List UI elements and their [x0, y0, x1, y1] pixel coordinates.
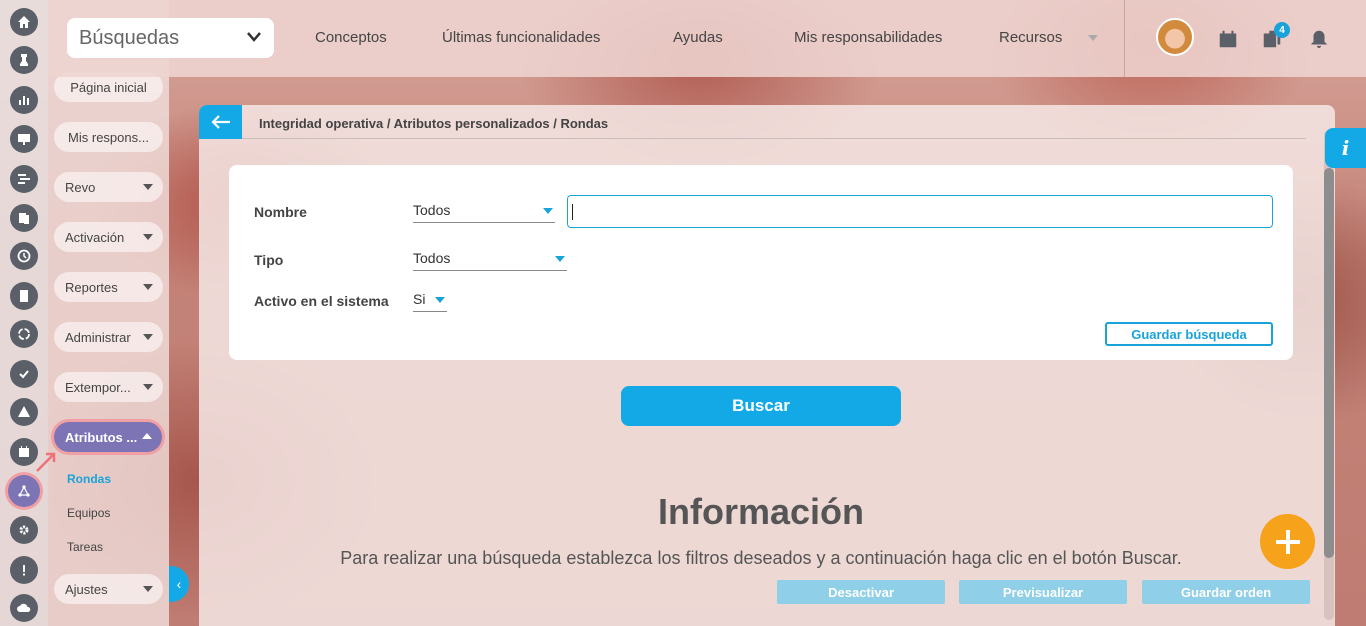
active-label: Activo en el sistema [254, 293, 389, 309]
list-icon[interactable] [10, 282, 38, 310]
submenu-item-equipment[interactable]: Equipos [67, 506, 110, 520]
gear-icon[interactable] [10, 516, 38, 544]
nav-concepts[interactable]: Conceptos [315, 29, 387, 46]
breadcrumb: Integridad operativa / Atributos persona… [259, 116, 609, 131]
chevron-down-icon [143, 384, 153, 390]
calendar-icon[interactable] [1217, 28, 1239, 50]
main-panel: Integridad operativa / Atributos persona… [199, 105, 1335, 626]
chevron-down-icon [247, 32, 261, 42]
info-text: Para realizar una búsqueda establezca lo… [340, 548, 1182, 568]
add-button[interactable] [1260, 514, 1315, 569]
text-cursor [572, 204, 573, 220]
search-select[interactable]: Búsquedas [67, 18, 274, 58]
chevron-down-icon [555, 256, 565, 262]
clock-icon[interactable] [10, 242, 38, 270]
save-search-button[interactable]: Guardar búsqueda [1105, 322, 1273, 346]
chevron-down-icon [543, 208, 553, 214]
info-title: Información [657, 491, 864, 532]
chevron-down-icon [143, 234, 153, 240]
chevron-down-icon [143, 334, 153, 340]
warning-icon[interactable] [10, 398, 38, 426]
chevron-down-icon [143, 284, 153, 290]
chess-icon[interactable] [10, 46, 38, 74]
preview-button[interactable]: Previsualizar [959, 580, 1127, 604]
pointer-arrow-icon [36, 452, 56, 472]
bell-icon[interactable] [1308, 28, 1330, 50]
divider [1124, 0, 1125, 77]
nav-help[interactable]: Ayudas [673, 29, 723, 46]
icon-rail [0, 0, 48, 626]
plus-icon [1275, 529, 1300, 554]
avatar[interactable] [1156, 18, 1194, 56]
menu-item-settings[interactable]: Ajustes [54, 574, 163, 604]
type-select[interactable]: Todos [413, 249, 567, 271]
menu-item-admin[interactable]: Administrar [54, 322, 163, 352]
check-icon[interactable] [10, 360, 38, 388]
chevron-down-icon [435, 297, 445, 303]
nav-responsibilities[interactable]: Mis responsabilidades [794, 29, 942, 46]
cloud-icon[interactable] [10, 594, 38, 622]
alert-icon[interactable] [10, 556, 38, 584]
home-icon[interactable] [10, 8, 38, 36]
network-icon[interactable] [8, 475, 40, 507]
secondary-menu: Página inicial Mis respons... Revo Activ… [48, 0, 169, 626]
chevron-left-icon: ‹ [176, 576, 182, 592]
menu-item-revo[interactable]: Revo [54, 172, 163, 202]
menu-item-extemporaneous[interactable]: Extempor... [54, 372, 163, 402]
search-button[interactable]: Buscar [621, 386, 901, 426]
menu-item-responsibilities[interactable]: Mis respons... [54, 122, 163, 152]
scrollbar-thumb[interactable] [1324, 168, 1334, 558]
arrow-left-icon [210, 115, 230, 129]
notification-badge: 4 [1274, 22, 1290, 38]
name-label: Nombre [254, 204, 307, 220]
cycle-icon[interactable] [10, 320, 38, 348]
type-label: Tipo [254, 252, 284, 268]
documents-icon[interactable] [10, 204, 38, 232]
name-filter-select[interactable]: Todos [413, 201, 555, 223]
nav-latest-features[interactable]: Últimas funcionalidades [442, 29, 600, 46]
gantt-icon[interactable] [10, 165, 38, 193]
chevron-up-icon [142, 433, 152, 439]
active-select[interactable]: Si [413, 290, 447, 312]
bar-chart-icon[interactable] [10, 86, 38, 114]
deactivate-button[interactable]: Desactivar [777, 580, 945, 604]
info-tab-button[interactable]: i [1325, 128, 1366, 168]
top-bar: Búsquedas Conceptos Últimas funcionalida… [48, 0, 1366, 77]
chevron-down-icon[interactable] [1088, 35, 1098, 41]
save-order-button[interactable]: Guardar orden [1142, 580, 1310, 604]
presentation-icon[interactable] [10, 125, 38, 153]
filter-card: Nombre Todos Tipo Todos Activo en el sis… [229, 165, 1293, 360]
chevron-down-icon [143, 184, 153, 190]
chevron-down-icon [143, 586, 153, 592]
nav-resources[interactable]: Recursos [999, 29, 1062, 46]
submenu-item-rounds[interactable]: Rondas [67, 472, 111, 486]
back-button[interactable] [199, 105, 242, 139]
name-input[interactable] [567, 195, 1273, 228]
menu-item-attributes[interactable]: Atributos ... [54, 422, 162, 452]
submenu-item-tasks[interactable]: Tareas [67, 540, 103, 554]
divider [242, 138, 1306, 139]
info-icon: i [1341, 136, 1350, 160]
menu-item-activation[interactable]: Activación [54, 222, 163, 252]
menu-item-reports[interactable]: Reportes [54, 272, 163, 302]
